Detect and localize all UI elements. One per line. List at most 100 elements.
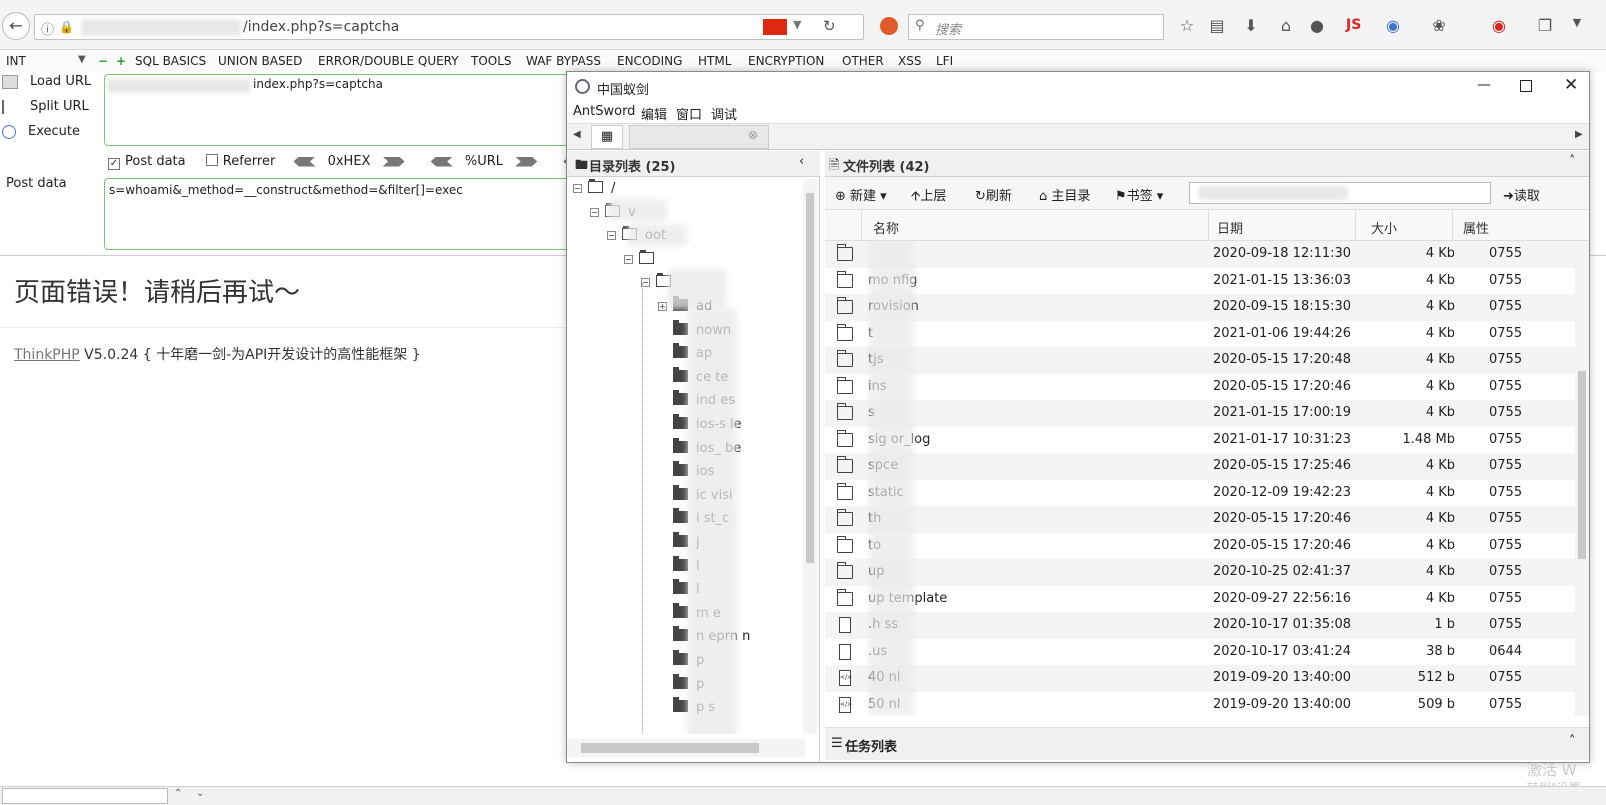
up-button[interactable]: 🡩上层 — [911, 185, 946, 209]
plus-icon[interactable]: + — [116, 54, 126, 68]
column-size[interactable]: 大小 — [1371, 218, 1397, 237]
file-row[interactable]: ins2020-05-15 17:20:464 Kb0755 — [825, 374, 1575, 401]
menu-encoding[interactable]: ENCODING — [617, 54, 682, 68]
file-scroll-thumb[interactable] — [1578, 371, 1586, 559]
url-text[interactable]: /index.php?s=captcha — [243, 19, 399, 35]
url-textarea[interactable]: index.php?s=captcha — [104, 74, 584, 146]
file-row[interactable]: .h ss2020-10-17 01:35:081 b0755 — [825, 612, 1575, 639]
expand-task-list-icon[interactable]: ˄ — [1569, 734, 1576, 749]
collapse-icon[interactable]: − — [590, 207, 599, 217]
minimize-button[interactable]: — — [1477, 77, 1491, 93]
column-name[interactable]: 名称 — [873, 218, 899, 237]
tree-horizontal-scrollbar[interactable] — [567, 739, 805, 757]
file-vertical-scrollbar[interactable] — [1575, 241, 1589, 716]
menu-error-double-query[interactable]: ERROR/DOUBLE QUERY — [318, 54, 459, 68]
reading-list-icon[interactable]: ▤ — [1206, 16, 1228, 35]
bookmark-star-icon[interactable]: ☆ — [1176, 16, 1198, 35]
task-list-bar[interactable]: ☰ 任务列表 ˄ — [825, 727, 1589, 760]
execute-button[interactable]: Execute — [2, 124, 80, 139]
file-row[interactable]: static2020-12-09 19:42:234 Kb0755 — [825, 480, 1575, 507]
collapse-icon[interactable]: − — [573, 184, 582, 193]
home-dir-button[interactable]: ⌂ 主目录 — [1039, 185, 1090, 204]
proxy-icon[interactable]: ◉ — [1382, 16, 1404, 35]
file-row[interactable]: to2020-05-15 17:20:464 Kb0755 — [825, 533, 1575, 560]
file-row[interactable]: up2020-10-25 02:41:374 Kb0755 — [825, 559, 1575, 586]
load-url-button[interactable]: Load URL — [2, 74, 91, 89]
menu-html[interactable]: HTML — [698, 54, 731, 68]
type-select[interactable]: INT — [6, 54, 26, 68]
hackbar-icon[interactable]: ◉ — [1488, 16, 1510, 35]
hex-encode-arrow-icon[interactable] — [382, 156, 405, 167]
collapse-icon[interactable]: − — [607, 231, 616, 241]
tree-item[interactable]: − / — [573, 179, 615, 201]
type-select-chevron-icon[interactable]: ▼ — [78, 54, 86, 65]
menu-waf-bypass[interactable]: WAF BYPASS — [526, 54, 601, 68]
home-tab-grid-icon[interactable]: ▦ — [591, 125, 623, 149]
bookmark-button[interactable]: ⚑书签 ▾ — [1115, 185, 1163, 204]
noscript-icon[interactable] — [880, 17, 898, 35]
file-row[interactable]: th2020-05-15 17:20:464 Kb0755 — [825, 506, 1575, 533]
extension-icon[interactable]: ● — [1306, 16, 1328, 35]
shell-tab[interactable]: ⊗ — [629, 125, 769, 149]
close-button[interactable]: ✕ — [1564, 75, 1578, 95]
file-row[interactable]: </>40 nl2019-09-20 13:40:00512 b0755 — [825, 665, 1575, 692]
tree-scroll-thumb[interactable] — [806, 193, 814, 563]
maximize-button[interactable] — [1520, 80, 1532, 92]
file-row[interactable]: spce2020-05-15 17:25:464 Kb0755 — [825, 453, 1575, 480]
post-data-textarea[interactable]: s=whoami&_method=__construct&method=&fil… — [104, 178, 584, 250]
palette-icon[interactable]: ❀ — [1428, 16, 1450, 35]
hex-decode-arrow-icon[interactable] — [293, 156, 316, 167]
tab-scroll-left-icon[interactable]: ◀ — [573, 129, 581, 140]
file-row[interactable]: t2021-01-06 19:44:264 Kb0755 — [825, 321, 1575, 348]
collapse-panel-icon[interactable]: ‹ — [799, 154, 804, 169]
menu-debug[interactable]: 调试 — [711, 104, 737, 123]
tree-hscroll-thumb[interactable] — [581, 743, 759, 753]
menu-sql-basics[interactable]: SQL BASICS — [135, 54, 206, 68]
menu-encryption[interactable]: ENCRYPTION — [748, 54, 824, 68]
column-attr[interactable]: 属性 — [1463, 218, 1489, 237]
find-next-icon[interactable]: ⌄ — [196, 788, 204, 799]
thinkphp-link[interactable]: ThinkPHP — [14, 347, 80, 363]
tree-vertical-scrollbar[interactable] — [803, 179, 817, 734]
menu-union-based[interactable]: UNION BASED — [218, 54, 302, 68]
refresh-button[interactable]: ↻刷新 — [975, 185, 1012, 204]
window-icon[interactable]: ❐ — [1534, 16, 1556, 35]
home-icon[interactable]: ⌂ — [1275, 16, 1297, 35]
address-bar[interactable]: ⓘ 🔒 /index.php?s=captcha ▼ ↻ — [34, 14, 864, 40]
info-icon[interactable]: ⓘ — [41, 19, 54, 38]
menu-window[interactable]: 窗口 — [676, 104, 702, 123]
file-row[interactable]: </>50 nl2019-09-20 13:40:00509 b0755 — [825, 692, 1575, 717]
collapse-icon[interactable]: − — [624, 254, 633, 264]
column-date[interactable]: 日期 — [1217, 218, 1243, 237]
minus-icon[interactable]: − — [98, 54, 108, 68]
download-icon[interactable]: ⬇ — [1240, 16, 1262, 35]
file-row[interactable]: .us2020-10-17 03:41:2438 b0644 — [825, 639, 1575, 666]
tab-scroll-right-icon[interactable]: ▶ — [1575, 129, 1583, 140]
find-input[interactable] — [2, 788, 168, 804]
menu-xss[interactable]: XSS — [898, 54, 921, 68]
read-button[interactable]: ➜读取 — [1503, 185, 1540, 204]
file-row[interactable]: mo nfig2021-01-15 13:36:034 Kb0755 — [825, 268, 1575, 295]
js-toggle[interactable]: JS — [1346, 17, 1361, 33]
back-button[interactable]: ← — [2, 12, 30, 40]
url-decode-arrow-icon[interactable] — [430, 156, 453, 167]
path-input[interactable] — [1189, 182, 1491, 204]
menu-tools[interactable]: TOOLS — [471, 54, 512, 68]
find-prev-icon[interactable]: ⌃ — [174, 788, 182, 799]
tree-item[interactable]: − — [624, 249, 662, 272]
post-data-checkbox[interactable]: ✓ Post data — [108, 154, 186, 170]
url-encode-arrow-icon[interactable] — [515, 156, 538, 167]
antsword-titlebar[interactable]: 中国蚁剑 — ✕ — [567, 72, 1589, 102]
dropdown-icon[interactable]: ▼ — [793, 18, 801, 31]
file-row[interactable]: rovision2020-09-15 18:15:304 Kb0755 — [825, 294, 1575, 321]
reload-icon[interactable]: ↻ — [823, 17, 836, 35]
tab-close-icon[interactable]: ⊗ — [748, 128, 758, 142]
menu-antsword[interactable]: AntSword — [573, 104, 635, 119]
file-row[interactable]: s2021-01-15 17:00:194 Kb0755 — [825, 400, 1575, 427]
split-url-button[interactable]: Split URL — [2, 99, 89, 114]
menu-lfi[interactable]: LFI — [936, 54, 953, 68]
collapse-file-panel-icon[interactable]: ˄ — [1569, 154, 1576, 169]
menu-edit[interactable]: 编辑 — [641, 104, 667, 123]
menu-icon[interactable]: ▼ — [1566, 16, 1588, 29]
search-box[interactable]: ⚲ 搜索 — [908, 14, 1164, 40]
